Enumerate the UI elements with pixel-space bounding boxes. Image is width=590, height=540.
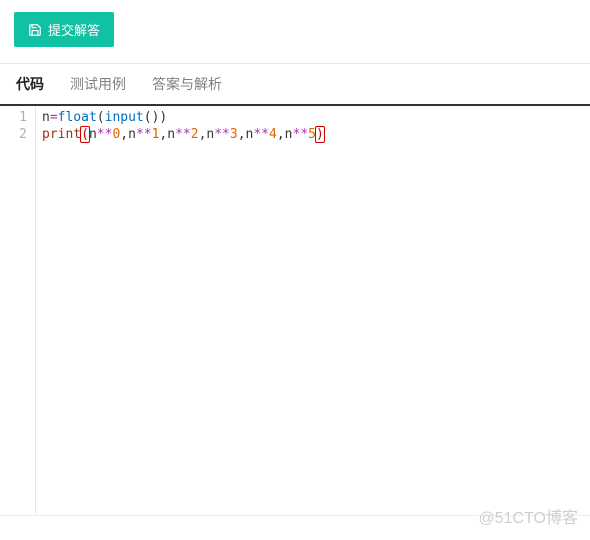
tab-code[interactable]: 代码 — [14, 64, 46, 104]
tab-bar: 代码 测试用例 答案与解析 — [0, 64, 590, 106]
code-token: n — [89, 127, 97, 142]
code-token: ,n — [199, 127, 215, 142]
toolbar: 提交解答 — [0, 0, 590, 64]
watermark: @51CTO博客 — [478, 504, 578, 528]
submit-button[interactable]: 提交解答 — [14, 12, 114, 47]
code-token: print — [42, 127, 81, 142]
save-icon — [28, 23, 42, 37]
code-token: ,n — [120, 127, 136, 142]
tab-answer[interactable]: 答案与解析 — [150, 64, 224, 104]
code-token: ( — [81, 127, 89, 142]
code-content[interactable]: n=float(input())print(n**0,n**1,n**2,n**… — [36, 106, 590, 515]
code-token: ** — [214, 127, 230, 142]
line-number: 2 — [0, 126, 35, 143]
code-editor[interactable]: 12 n=float(input())print(n**0,n**1,n**2,… — [0, 106, 590, 516]
code-token: input — [105, 110, 144, 125]
line-number: 1 — [0, 109, 35, 126]
code-token: ** — [97, 127, 113, 142]
code-token: ()) — [144, 110, 167, 125]
submit-button-label: 提交解答 — [48, 20, 100, 39]
code-token: ( — [97, 110, 105, 125]
code-token: ** — [293, 127, 309, 142]
code-token: float — [58, 110, 97, 125]
code-line[interactable]: n=float(input()) — [42, 109, 584, 126]
tab-testcases[interactable]: 测试用例 — [68, 64, 128, 104]
code-token: ** — [136, 127, 152, 142]
code-token: ** — [175, 127, 191, 142]
code-token: ** — [253, 127, 269, 142]
code-token: 3 — [230, 127, 238, 142]
code-token: 2 — [191, 127, 199, 142]
code-line[interactable]: print(n**0,n**1,n**2,n**3,n**4,n**5) — [42, 126, 584, 143]
code-token: ,n — [277, 127, 293, 142]
line-number-gutter: 12 — [0, 106, 36, 515]
code-token: 5 — [308, 127, 316, 142]
code-token: ) — [316, 127, 324, 142]
code-token: n — [42, 110, 50, 125]
code-token: 4 — [269, 127, 277, 142]
code-token: ,n — [238, 127, 254, 142]
code-token: ,n — [159, 127, 175, 142]
code-token: = — [50, 110, 58, 125]
